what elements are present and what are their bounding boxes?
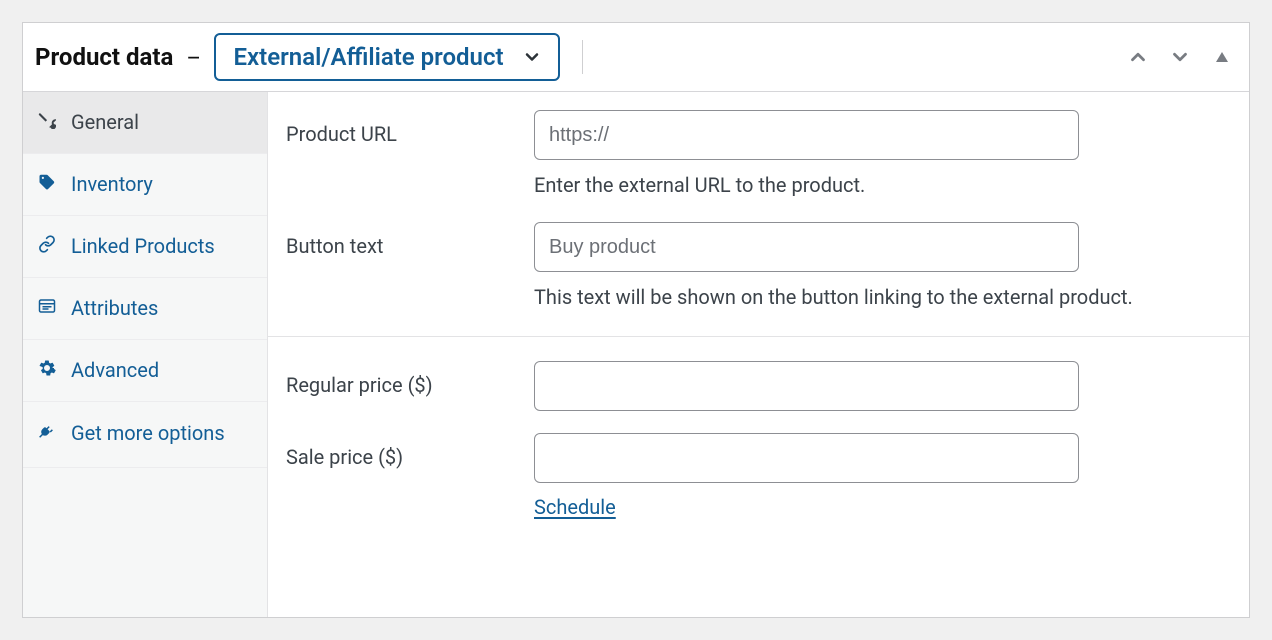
panel-move-up[interactable] <box>1127 46 1149 68</box>
general-tab-form: Product URL Enter the external URL to th… <box>268 92 1249 617</box>
settings-tabs: General Inventory Linked Products Attrib… <box>23 92 268 617</box>
title-dash: — <box>187 48 199 67</box>
sale-price-input[interactable] <box>534 433 1079 483</box>
chevron-down-icon <box>1169 46 1191 68</box>
panel-move-down[interactable] <box>1169 46 1191 68</box>
schedule-link[interactable]: Schedule <box>534 495 616 519</box>
link-icon <box>37 234 57 259</box>
field-sale-price: Sale price ($) <box>286 433 1227 483</box>
chevron-down-icon <box>522 47 542 67</box>
tab-label: Linked Products <box>71 234 215 259</box>
panel-toggles <box>1127 46 1233 68</box>
external-product-group: Product URL Enter the external URL to th… <box>268 92 1249 336</box>
tab-linked-products[interactable]: Linked Products <box>23 216 267 278</box>
plug-icon <box>37 422 57 449</box>
button-text-label: Button text <box>286 222 534 258</box>
product-url-label: Product URL <box>286 110 534 146</box>
sale-price-label: Sale price ($) <box>286 433 534 469</box>
field-product-url: Product URL <box>286 110 1227 160</box>
tab-label: Inventory <box>71 172 153 197</box>
list-icon <box>37 296 57 321</box>
panel-collapse[interactable] <box>1211 46 1233 68</box>
panel-title: Product data <box>35 43 173 71</box>
tag-icon <box>37 172 57 197</box>
tab-get-more-options[interactable]: Get more options <box>23 402 267 468</box>
tab-advanced[interactable]: Advanced <box>23 340 267 402</box>
product-url-input[interactable] <box>534 110 1079 160</box>
button-text-help: This text will be shown on the button li… <box>534 276 1174 312</box>
panel-body: General Inventory Linked Products Attrib… <box>23 92 1249 617</box>
tab-inventory[interactable]: Inventory <box>23 154 267 216</box>
product-data-panel: Product data — External/Affiliate produc… <box>22 22 1250 618</box>
triangle-up-icon <box>1214 49 1230 65</box>
regular-price-input[interactable] <box>534 361 1079 411</box>
button-text-input[interactable] <box>534 222 1079 272</box>
schedule-link-row: Schedule <box>534 487 1227 519</box>
tab-label: Get more options <box>71 420 225 447</box>
tab-attributes[interactable]: Attributes <box>23 278 267 340</box>
tab-label: Attributes <box>71 296 158 321</box>
gear-icon <box>37 358 57 383</box>
field-regular-price: Regular price ($) <box>286 361 1227 411</box>
chevron-up-icon <box>1127 46 1149 68</box>
tab-label: Advanced <box>71 358 159 383</box>
wrench-icon <box>37 110 57 135</box>
tab-label: General <box>71 110 139 135</box>
header-divider <box>582 40 583 74</box>
product-url-help: Enter the external URL to the product. <box>534 164 1174 200</box>
pricing-group: Regular price ($) Sale price ($) Schedul… <box>268 337 1249 543</box>
panel-header: Product data — External/Affiliate produc… <box>23 23 1249 92</box>
product-type-label: External/Affiliate product <box>234 43 504 71</box>
product-type-select[interactable]: External/Affiliate product <box>214 33 560 81</box>
field-button-text: Button text <box>286 222 1227 272</box>
regular-price-label: Regular price ($) <box>286 361 534 397</box>
tab-general[interactable]: General <box>23 92 267 154</box>
